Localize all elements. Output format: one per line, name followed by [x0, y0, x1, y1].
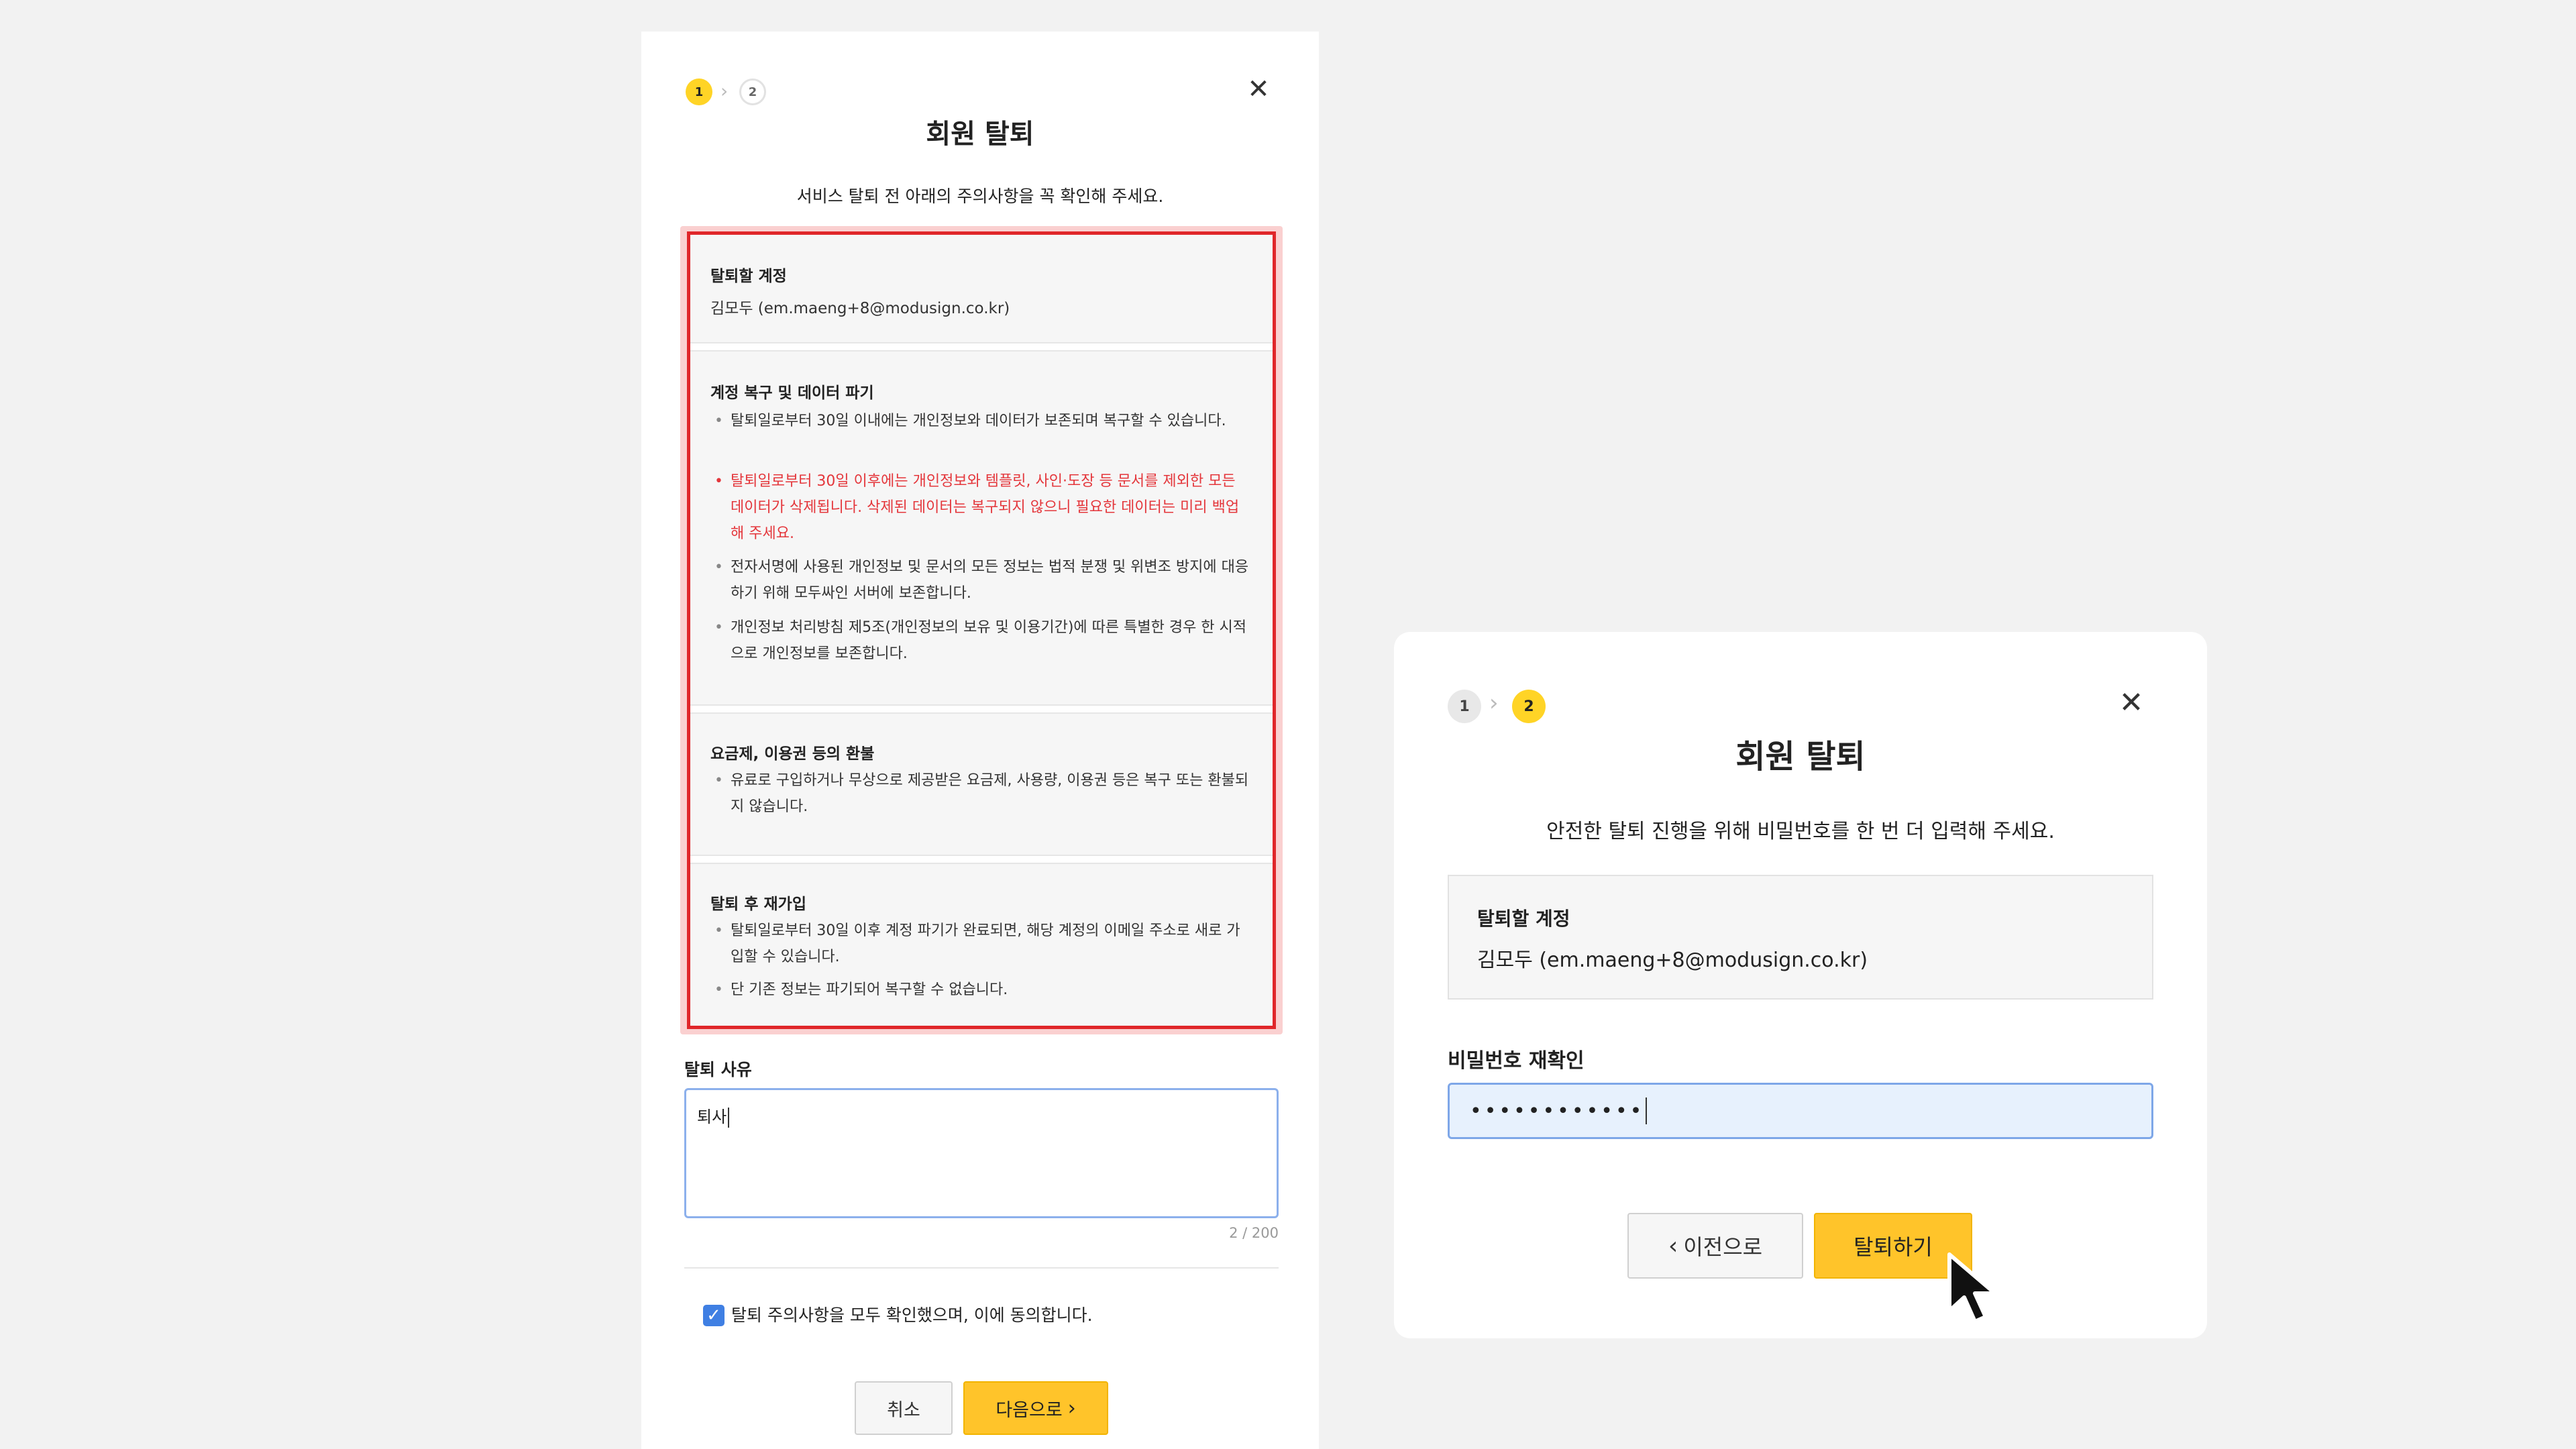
list-item: 유료로 구입하거나 무상으로 제공받은 요금제, 사용량, 이용권 등은 복구 … — [710, 767, 1252, 820]
withdrawal-step1-dialog: 1 › 2 ✕ 회원 탈퇴 서비스 탈퇴 전 아래의 주의사항을 꼭 확인해 주… — [641, 32, 1319, 1449]
next-button[interactable]: 다음으로 › — [963, 1381, 1108, 1435]
reason-text: 퇴사 — [697, 1108, 727, 1126]
next-button-label: 다음으로 — [996, 1399, 1063, 1421]
chevron-left-icon: ‹ — [1668, 1232, 1678, 1260]
recovery-section-title: 계정 복구 및 데이터 파기 — [710, 384, 874, 402]
list-item: 탈퇴일로부터 30일 이내에는 개인정보와 데이터가 보존되며 복구할 수 있습… — [710, 408, 1252, 434]
rejoin-section: 탈퇴 후 재가입 탈퇴일로부터 30일 이후 계정 파기가 완료되면, 해당 계… — [690, 864, 1273, 1026]
divider — [684, 1267, 1279, 1269]
step-indicator-2: 2 — [739, 78, 766, 105]
mouse-pointer-icon — [1947, 1252, 1997, 1324]
reason-textarea[interactable]: 퇴사 — [684, 1088, 1279, 1218]
password-input[interactable]: •••••••••••• — [1448, 1083, 2153, 1139]
step-indicator-1: 1 — [686, 78, 712, 105]
withdrawal-step2-dialog: 1 › 2 ✕ 회원 탈퇴 안전한 탈퇴 진행을 위해 비밀번호를 한 번 더 … — [1394, 632, 2207, 1338]
close-icon[interactable]: ✕ — [1244, 76, 1273, 105]
char-counter: 2 / 200 — [1229, 1225, 1279, 1241]
account-email: 김모두 (em.maeng+8@modusign.co.kr) — [710, 300, 1010, 317]
password-value: •••••••••••• — [1470, 1099, 1645, 1123]
withdraw-button-label: 탈퇴하기 — [1854, 1234, 1933, 1260]
password-label: 비밀번호 재확인 — [1448, 1049, 1585, 1073]
page-title: 회원 탈퇴 — [926, 119, 1034, 150]
list-item: 탈퇴일로부터 30일 이후 계정 파기가 완료되면, 해당 계정의 이메일 주소… — [710, 918, 1252, 970]
account-section: 탈퇴할 계정 김모두 (em.maeng+8@modusign.co.kr) — [690, 235, 1273, 342]
text-caret — [728, 1108, 730, 1128]
warning-list-item: 탈퇴일로부터 30일 이후에는 개인정보와 템플릿, 사인·도장 등 문서를 제… — [710, 468, 1252, 547]
chevron-right-icon: › — [720, 80, 729, 102]
cancel-button-label: 취소 — [887, 1399, 920, 1421]
section-divider — [690, 342, 1273, 352]
refund-section-title: 요금제, 이용권 등의 환불 — [710, 745, 875, 763]
rejoin-section-title: 탈퇴 후 재가입 — [710, 896, 806, 913]
agree-checkbox[interactable]: ✓ — [703, 1305, 724, 1326]
page-subtitle: 서비스 탈퇴 전 아래의 주의사항을 꼭 확인해 주세요. — [796, 186, 1164, 206]
refund-section: 요금제, 이용권 등의 환불 유료로 구입하거나 무상으로 제공받은 요금제, … — [690, 714, 1273, 855]
list-item: 개인정보 처리방침 제5조(개인정보의 보유 및 이용기간)에 따른 특별한 경… — [710, 614, 1252, 667]
section-divider — [690, 704, 1273, 714]
account-box: 탈퇴할 계정 김모두 (em.maeng+8@modusign.co.kr) — [1448, 875, 2153, 1000]
agree-label[interactable]: 탈퇴 주의사항을 모두 확인했으며, 이에 동의합니다. — [731, 1305, 1093, 1326]
list-item: 단 기존 정보는 파기되어 복구할 수 없습니다. — [710, 977, 1252, 1003]
recovery-section: 계정 복구 및 데이터 파기 탈퇴일로부터 30일 이내에는 개인정보와 데이터… — [690, 352, 1273, 704]
chevron-right-icon: › — [1489, 690, 1499, 716]
checkmark-icon: ✓ — [706, 1305, 721, 1326]
account-title: 탈퇴할 계정 — [1477, 908, 1570, 930]
page-subtitle: 안전한 탈퇴 진행을 위해 비밀번호를 한 번 더 입력해 주세요. — [1546, 820, 2055, 843]
prev-button[interactable]: ‹ 이전으로 — [1627, 1213, 1803, 1279]
account-section-title: 탈퇴할 계정 — [710, 268, 787, 285]
page-title: 회원 탈퇴 — [1735, 738, 1866, 775]
chevron-right-icon: › — [1067, 1396, 1076, 1420]
prev-button-label: 이전으로 — [1683, 1234, 1763, 1260]
step-indicator-2: 2 — [1512, 690, 1546, 723]
section-divider — [690, 855, 1273, 864]
step-indicator-1: 1 — [1448, 690, 1481, 723]
cancel-button[interactable]: 취소 — [855, 1381, 953, 1435]
close-icon[interactable]: ✕ — [2113, 688, 2149, 724]
account-email: 김모두 (em.maeng+8@modusign.co.kr) — [1477, 949, 1868, 972]
reason-label: 탈퇴 사유 — [684, 1060, 752, 1079]
text-caret — [1646, 1097, 1648, 1124]
notice-box: 탈퇴할 계정 김모두 (em.maeng+8@modusign.co.kr) 계… — [687, 231, 1276, 1029]
list-item: 전자서명에 사용된 개인정보 및 문서의 모든 정보는 법적 분쟁 및 위변조 … — [710, 554, 1252, 606]
